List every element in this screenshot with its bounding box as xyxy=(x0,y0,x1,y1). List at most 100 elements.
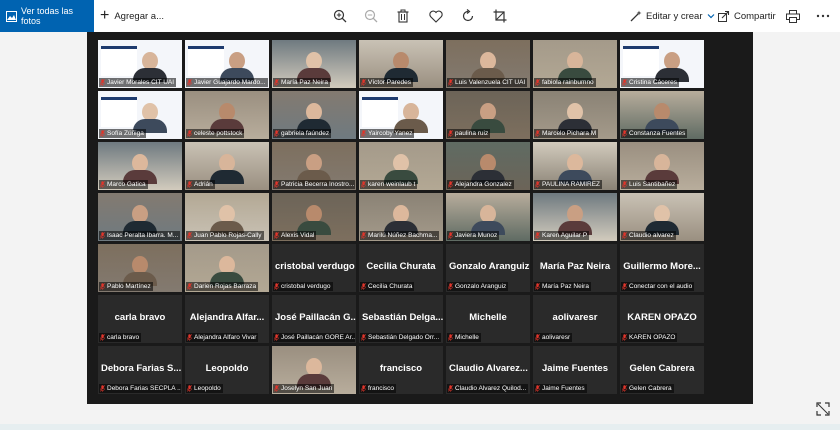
participant-tile[interactable]: PAULINA RAMIREZ xyxy=(533,142,617,190)
delete-icon[interactable] xyxy=(394,7,412,25)
muted-mic-icon xyxy=(187,334,192,341)
participant-tile[interactable]: Juan Pablo Rojas-Cally xyxy=(185,193,269,241)
participant-name-text: Marco Gatica xyxy=(107,181,146,188)
muted-mic-icon xyxy=(361,385,366,392)
participant-name-label: Claudio alvarez xyxy=(621,231,676,240)
participant-tile[interactable]: Yaircoby Yanez xyxy=(359,91,443,139)
muted-mic-icon xyxy=(187,130,192,137)
muted-mic-icon xyxy=(361,334,366,341)
participant-name-text: aolivaresr xyxy=(542,334,571,341)
participant-tile[interactable]: Javiera Munoz xyxy=(446,193,530,241)
favorite-icon[interactable] xyxy=(427,7,445,25)
zoom-out-icon[interactable] xyxy=(362,7,380,25)
participant-name-label: Cristina Cáceres xyxy=(621,78,680,87)
participant-tile[interactable]: Constanza Fuentes xyxy=(620,91,704,139)
share-icon xyxy=(718,10,730,22)
participant-grid: Javier Morales CIT UAI Javier Guajardo Ma… xyxy=(98,40,708,394)
participant-name-text: Constanza Fuentes xyxy=(629,130,686,137)
participant-tile[interactable]: gabriela faúndez xyxy=(272,91,356,139)
participant-tile[interactable]: Marilú Núñez Bachma... xyxy=(359,193,443,241)
participant-name-text: José Paillacán GORE Ar... xyxy=(281,334,355,341)
participant-tile[interactable]: Isaac Peralta Ibarra. M... xyxy=(98,193,182,241)
participant-name-label: Claudio Alvarez Quilod... xyxy=(447,384,529,393)
participant-tile[interactable]: Darien Rojas Barraza xyxy=(185,244,269,292)
muted-mic-icon xyxy=(274,130,279,137)
zoom-in-icon[interactable] xyxy=(331,7,349,25)
participant-tile[interactable]: Marcelo Pichara M xyxy=(533,91,617,139)
participant-name-text: Gelen Cabrera xyxy=(629,385,672,392)
muted-mic-icon xyxy=(448,283,453,290)
participant-tile[interactable]: Víctor Paredes xyxy=(359,40,443,88)
fullscreen-icon[interactable] xyxy=(816,402,830,416)
participant-tile[interactable]: Luis Santibañez xyxy=(620,142,704,190)
add-to-button[interactable]: + Agregar a... xyxy=(100,0,164,32)
muted-mic-icon xyxy=(100,385,105,392)
participant-tile[interactable]: Gonzalo Aranguiz Gonzalo Aranguiz xyxy=(446,244,530,292)
participant-tile[interactable]: Cecilia Churata Cecilia Churata xyxy=(359,244,443,292)
participant-tile[interactable]: karen weinlaub t xyxy=(359,142,443,190)
participant-name-label: Patricia Becerra Inostro... xyxy=(273,180,355,189)
participant-tile[interactable]: Claudio alvarez xyxy=(620,193,704,241)
participant-tile[interactable]: Patricia Becerra Inostro... xyxy=(272,142,356,190)
participant-tile[interactable]: José Paillacán G... José Paillacán GORE A… xyxy=(272,295,356,343)
crop-icon[interactable] xyxy=(491,7,509,25)
participant-tile[interactable]: Claudio Alvarez... Claudio Alvarez Quilod… xyxy=(446,346,530,394)
participant-name-label: Jaime Fuentes xyxy=(534,384,587,393)
participant-name-label: José Paillacán GORE Ar... xyxy=(273,333,355,342)
participant-tile[interactable]: Jaime Fuentes Jaime Fuentes xyxy=(533,346,617,394)
participant-tile[interactable]: María Paz Neira María Paz Neira xyxy=(533,244,617,292)
participant-tile[interactable]: Gelen Cabrera Gelen Cabrera xyxy=(620,346,704,394)
participant-tile[interactable]: Sofía Zúñiga xyxy=(98,91,182,139)
participant-tile[interactable]: Michelle Michelle xyxy=(446,295,530,343)
participant-tile[interactable]: celeste pottstock xyxy=(185,91,269,139)
participant-tile[interactable]: francisco francisco xyxy=(359,346,443,394)
participant-tile[interactable]: paulina ruiz xyxy=(446,91,530,139)
participant-tile[interactable]: carla bravo carla bravo xyxy=(98,295,182,343)
participant-name-text: Juan Pablo Rojas-Cally xyxy=(194,232,262,239)
muted-mic-icon xyxy=(187,283,192,290)
muted-mic-icon xyxy=(100,79,105,86)
muted-mic-icon xyxy=(535,283,540,290)
participant-tile[interactable]: Pablo Martínez xyxy=(98,244,182,292)
participant-tile[interactable]: Adrián xyxy=(185,142,269,190)
participant-name-label: Isaac Peralta Ibarra. M... xyxy=(99,231,181,240)
muted-mic-icon xyxy=(535,79,540,86)
edit-create-label: Editar y crear xyxy=(646,10,703,22)
participant-tile[interactable]: Leopoldo Leopoldo xyxy=(185,346,269,394)
participant-tile[interactable]: Marco Gatica xyxy=(98,142,182,190)
print-icon[interactable] xyxy=(784,7,802,25)
more-icon[interactable] xyxy=(814,7,832,25)
participant-tile[interactable]: Debora Farias S... Debora Farias SECPLA .… xyxy=(98,346,182,394)
view-all-photos-button[interactable]: Ver todas las fotos xyxy=(0,0,94,32)
edit-create-button[interactable]: Editar y crear xyxy=(630,0,715,32)
photos-icon xyxy=(6,10,17,22)
participant-tile[interactable]: Javier Morales CIT UAI xyxy=(98,40,182,88)
participant-tile[interactable]: Joselyn San Juan xyxy=(272,346,356,394)
participant-tile[interactable]: Luis Valenzuela CIT UAI xyxy=(446,40,530,88)
participant-name-text: paulina ruiz xyxy=(455,130,489,137)
participant-tile[interactable]: aolivaresr aolivaresr xyxy=(533,295,617,343)
muted-mic-icon xyxy=(187,79,192,86)
participant-tile[interactable]: Alexis Vidal xyxy=(272,193,356,241)
muted-mic-icon xyxy=(622,79,627,86)
participant-name-text: Sofía Zúñiga xyxy=(107,130,144,137)
rotate-icon[interactable] xyxy=(459,7,477,25)
participant-tile[interactable]: Guillermo More... Conectar con el audio xyxy=(620,244,704,292)
participant-tile[interactable]: cristobal verdugo cristobal verdugo xyxy=(272,244,356,292)
participant-tile[interactable]: María Paz Neira xyxy=(272,40,356,88)
participant-tile[interactable]: Alejandra Gonzalez xyxy=(446,142,530,190)
participant-tile[interactable]: Cristina Cáceres xyxy=(620,40,704,88)
participant-tile[interactable]: KAREN OPAZO KAREN OPAZO xyxy=(620,295,704,343)
participant-name-label: Marilú Núñez Bachma... xyxy=(360,231,440,240)
participant-name-text: Jaime Fuentes xyxy=(542,385,585,392)
participant-tile[interactable]: Karen Aguilar P xyxy=(533,193,617,241)
add-to-label: Agregar a... xyxy=(114,10,164,22)
participant-tile[interactable]: Sebastián Delga... Sebastián Delgado Orr.… xyxy=(359,295,443,343)
participant-name-label: María Paz Neira xyxy=(534,282,591,291)
participant-name-label: paulina ruiz xyxy=(447,129,491,138)
participant-tile[interactable]: Javier Guajardo Mardo... xyxy=(185,40,269,88)
participant-tile[interactable]: fabiola rainbumno xyxy=(533,40,617,88)
share-button[interactable]: Compartir xyxy=(718,0,776,32)
participant-name-label: Gelen Cabrera xyxy=(621,384,674,393)
participant-tile[interactable]: Alejandra Alfar... Alejandra Alfaro Vivar xyxy=(185,295,269,343)
